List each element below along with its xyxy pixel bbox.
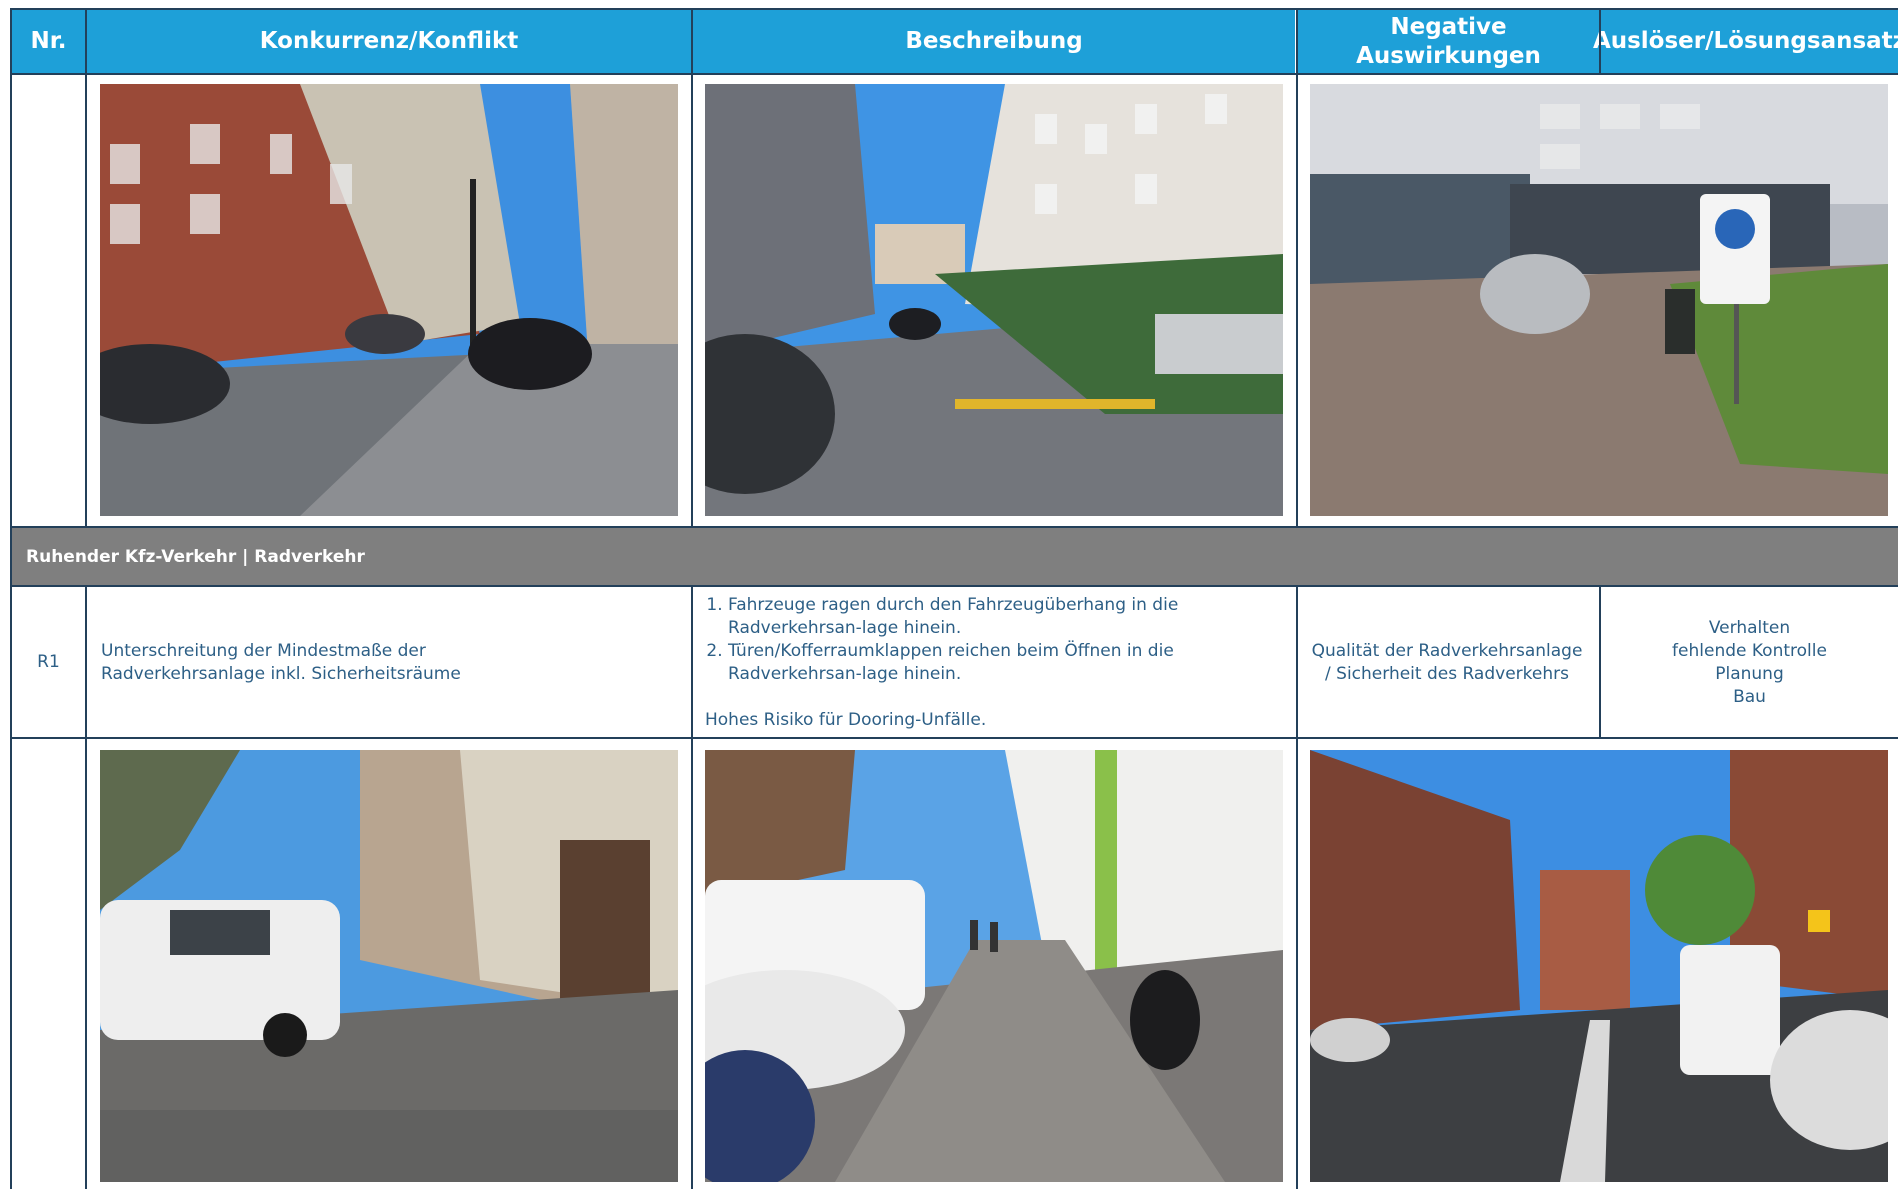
list-item: Türen/Kofferraumklappen reichen beim Öff… (728, 640, 1271, 686)
conflict-table: Nr. Konkurrenz/Konflikt Beschreibung Neg… (0, 0, 1898, 1189)
grid-line (10, 73, 1898, 75)
beschreibung-list: Fahrzeuge ragen durch den Fahrzeugüberha… (705, 594, 1271, 686)
grid-line (85, 8, 87, 1189)
grid-line (691, 585, 693, 1189)
ausloeser-line: Verhalten (1708, 618, 1791, 638)
grid-line (1296, 8, 1298, 528)
street-photo-bike-lane-van (1310, 750, 1888, 1182)
grid-line (1296, 585, 1298, 1189)
ausloeser-line: fehlende Kontrolle (1672, 641, 1827, 661)
row-ausloeser-text: Verhalten fehlende Kontrolle Planung Bau (1601, 617, 1898, 709)
row-konflikt-text: Unterschreitung der Mindestmaße der Radv… (101, 641, 461, 684)
row-negative-text: Qualität der Radverkehrsanlage / Sicherh… (1311, 641, 1583, 684)
row-nr: R1 (37, 652, 60, 672)
header-negative: Negative Auswirkungen (1298, 10, 1599, 73)
street-photo-sidewalk-scooter (705, 750, 1283, 1182)
street-photo-brick-buildings (100, 84, 678, 516)
row-beschreibung: Fahrzeuge ragen durch den Fahrzeugüberha… (705, 594, 1271, 732)
grid-line (10, 737, 1898, 739)
section-heading: Ruhender Kfz-Verkehr | Radverkehr (12, 528, 1898, 585)
street-photo-modern-buildings (705, 84, 1283, 516)
grid-line (10, 8, 1898, 10)
list-item: Fahrzeuge ragen durch den Fahrzeugüberha… (728, 594, 1271, 640)
ausloeser-line: Planung (1715, 664, 1784, 684)
header-nr: Nr. (12, 10, 85, 73)
header-beschreibung: Beschreibung (693, 10, 1295, 73)
street-photo-parked-van (100, 750, 678, 1182)
header-konflikt: Konkurrenz/Konflikt (87, 10, 691, 73)
header-ausloeser: Auslöser/Lösungsansatz (1593, 10, 1898, 73)
beschreibung-note: Hohes Risiko für Dooring-Unfälle. (705, 710, 987, 730)
grid-line (10, 8, 12, 1189)
grid-line (691, 8, 693, 528)
street-photo-zone-sign (1310, 84, 1888, 516)
grid-line (1599, 8, 1601, 74)
grid-line (10, 585, 1898, 587)
ausloeser-line: Bau (1733, 687, 1766, 707)
